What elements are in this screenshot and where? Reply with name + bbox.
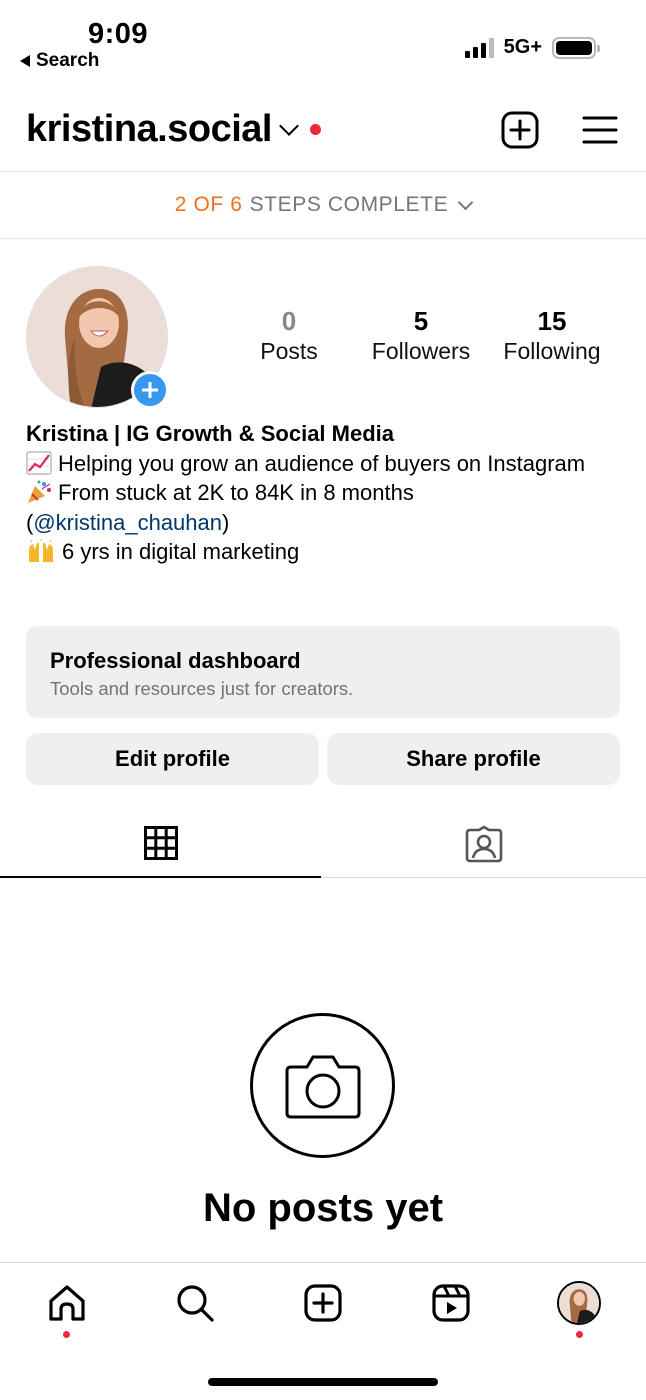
party-popper-icon — [28, 480, 51, 503]
stat-label: Posts — [260, 338, 318, 364]
dashboard-subtitle: Tools and resources just for creators. — [50, 678, 354, 699]
bio-text: 6 yrs in digital marketing — [62, 539, 300, 564]
create-icon — [304, 1284, 342, 1322]
nav-search[interactable] — [173, 1281, 217, 1325]
profile-header: kristina.social — [0, 100, 646, 162]
steps-label: STEPS COMPLETE — [249, 193, 449, 216]
edit-profile-button[interactable]: Edit profile — [26, 733, 319, 785]
notification-dot — [63, 1331, 70, 1338]
tagged-icon — [465, 825, 502, 863]
notification-dot — [576, 1331, 583, 1338]
add-story-button[interactable] — [131, 371, 169, 409]
network-label: 5G+ — [503, 36, 542, 58]
stat-followers[interactable]: 5 Followers — [366, 306, 476, 366]
search-icon — [177, 1285, 214, 1322]
menu-icon[interactable] — [582, 114, 618, 146]
new-post-icon[interactable] — [501, 111, 539, 149]
chart-increasing-icon — [26, 451, 52, 474]
nav-create[interactable] — [301, 1281, 345, 1325]
profile-avatar — [557, 1281, 601, 1325]
account-switcher[interactable]: kristina.social — [26, 108, 321, 151]
bio-text: From stuck at 2K to 84K in 8 months — [58, 480, 414, 505]
profile-tabs — [0, 810, 646, 878]
profile-avatar-wrap[interactable] — [26, 266, 169, 409]
status-indicators: 5G+ — [464, 36, 600, 59]
bio-text: Helping you grow an audience of buyers o… — [58, 450, 586, 476]
back-label: Search — [36, 50, 100, 71]
chevron-down-icon — [457, 194, 474, 210]
stat-following[interactable]: 15 Following — [498, 306, 606, 366]
signal-icon — [464, 37, 494, 58]
bio-line: 6 yrs in digital marketing — [26, 537, 586, 567]
steps-progress: 2 OF 6 — [174, 193, 243, 216]
stat-posts[interactable]: 0 Posts — [250, 306, 328, 366]
status-bar: 9:09 Search 5G+ — [0, 0, 646, 80]
steps-complete-banner[interactable]: 2 OF 6 STEPS COMPLETE — [0, 171, 646, 239]
status-time: 9:09 — [88, 18, 149, 50]
tab-grid[interactable] — [0, 810, 321, 878]
stat-value: 0 — [281, 306, 297, 336]
stat-label: Following — [503, 338, 601, 364]
reels-icon — [432, 1284, 470, 1322]
tab-tagged[interactable] — [323, 810, 644, 878]
username: kristina.social — [26, 108, 272, 150]
grid-icon — [143, 826, 178, 860]
bio-line: Helping you grow an audience of buyers o… — [26, 449, 586, 479]
stat-value: 15 — [537, 306, 567, 336]
raising-hands-icon — [29, 539, 53, 562]
home-icon — [49, 1285, 85, 1321]
battery-icon — [552, 36, 600, 59]
display-name: Kristina | IG Growth & Social Media — [26, 421, 394, 446]
bio-mention-line: (@kristina_chauhan) — [26, 509, 230, 535]
back-to-search-link[interactable]: Search — [20, 50, 99, 72]
nav-home[interactable] — [45, 1281, 89, 1325]
camera-icon — [285, 1055, 360, 1118]
share-profile-button[interactable]: Share profile — [327, 733, 620, 785]
empty-state-title: No posts yet — [202, 1186, 444, 1230]
empty-camera-circle — [250, 1013, 395, 1158]
professional-dashboard-card[interactable]: Professional dashboard Tools and resourc… — [26, 626, 620, 718]
back-arrow-icon — [20, 55, 30, 67]
nav-profile[interactable] — [557, 1281, 601, 1325]
stat-label: Followers — [371, 338, 471, 364]
home-indicator — [208, 1378, 438, 1386]
stat-value: 5 — [413, 306, 429, 336]
bio-line: From stuck at 2K to 84K in 8 months — [26, 478, 586, 508]
dashboard-title: Professional dashboard — [50, 648, 301, 673]
chevron-down-icon — [279, 115, 299, 136]
notification-dot — [309, 124, 321, 135]
nav-reels[interactable] — [429, 1281, 473, 1325]
profile-bio: Kristina | IG Growth & Social Media Help… — [26, 419, 586, 567]
mention-link[interactable]: @kristina_chauhan — [33, 510, 222, 535]
